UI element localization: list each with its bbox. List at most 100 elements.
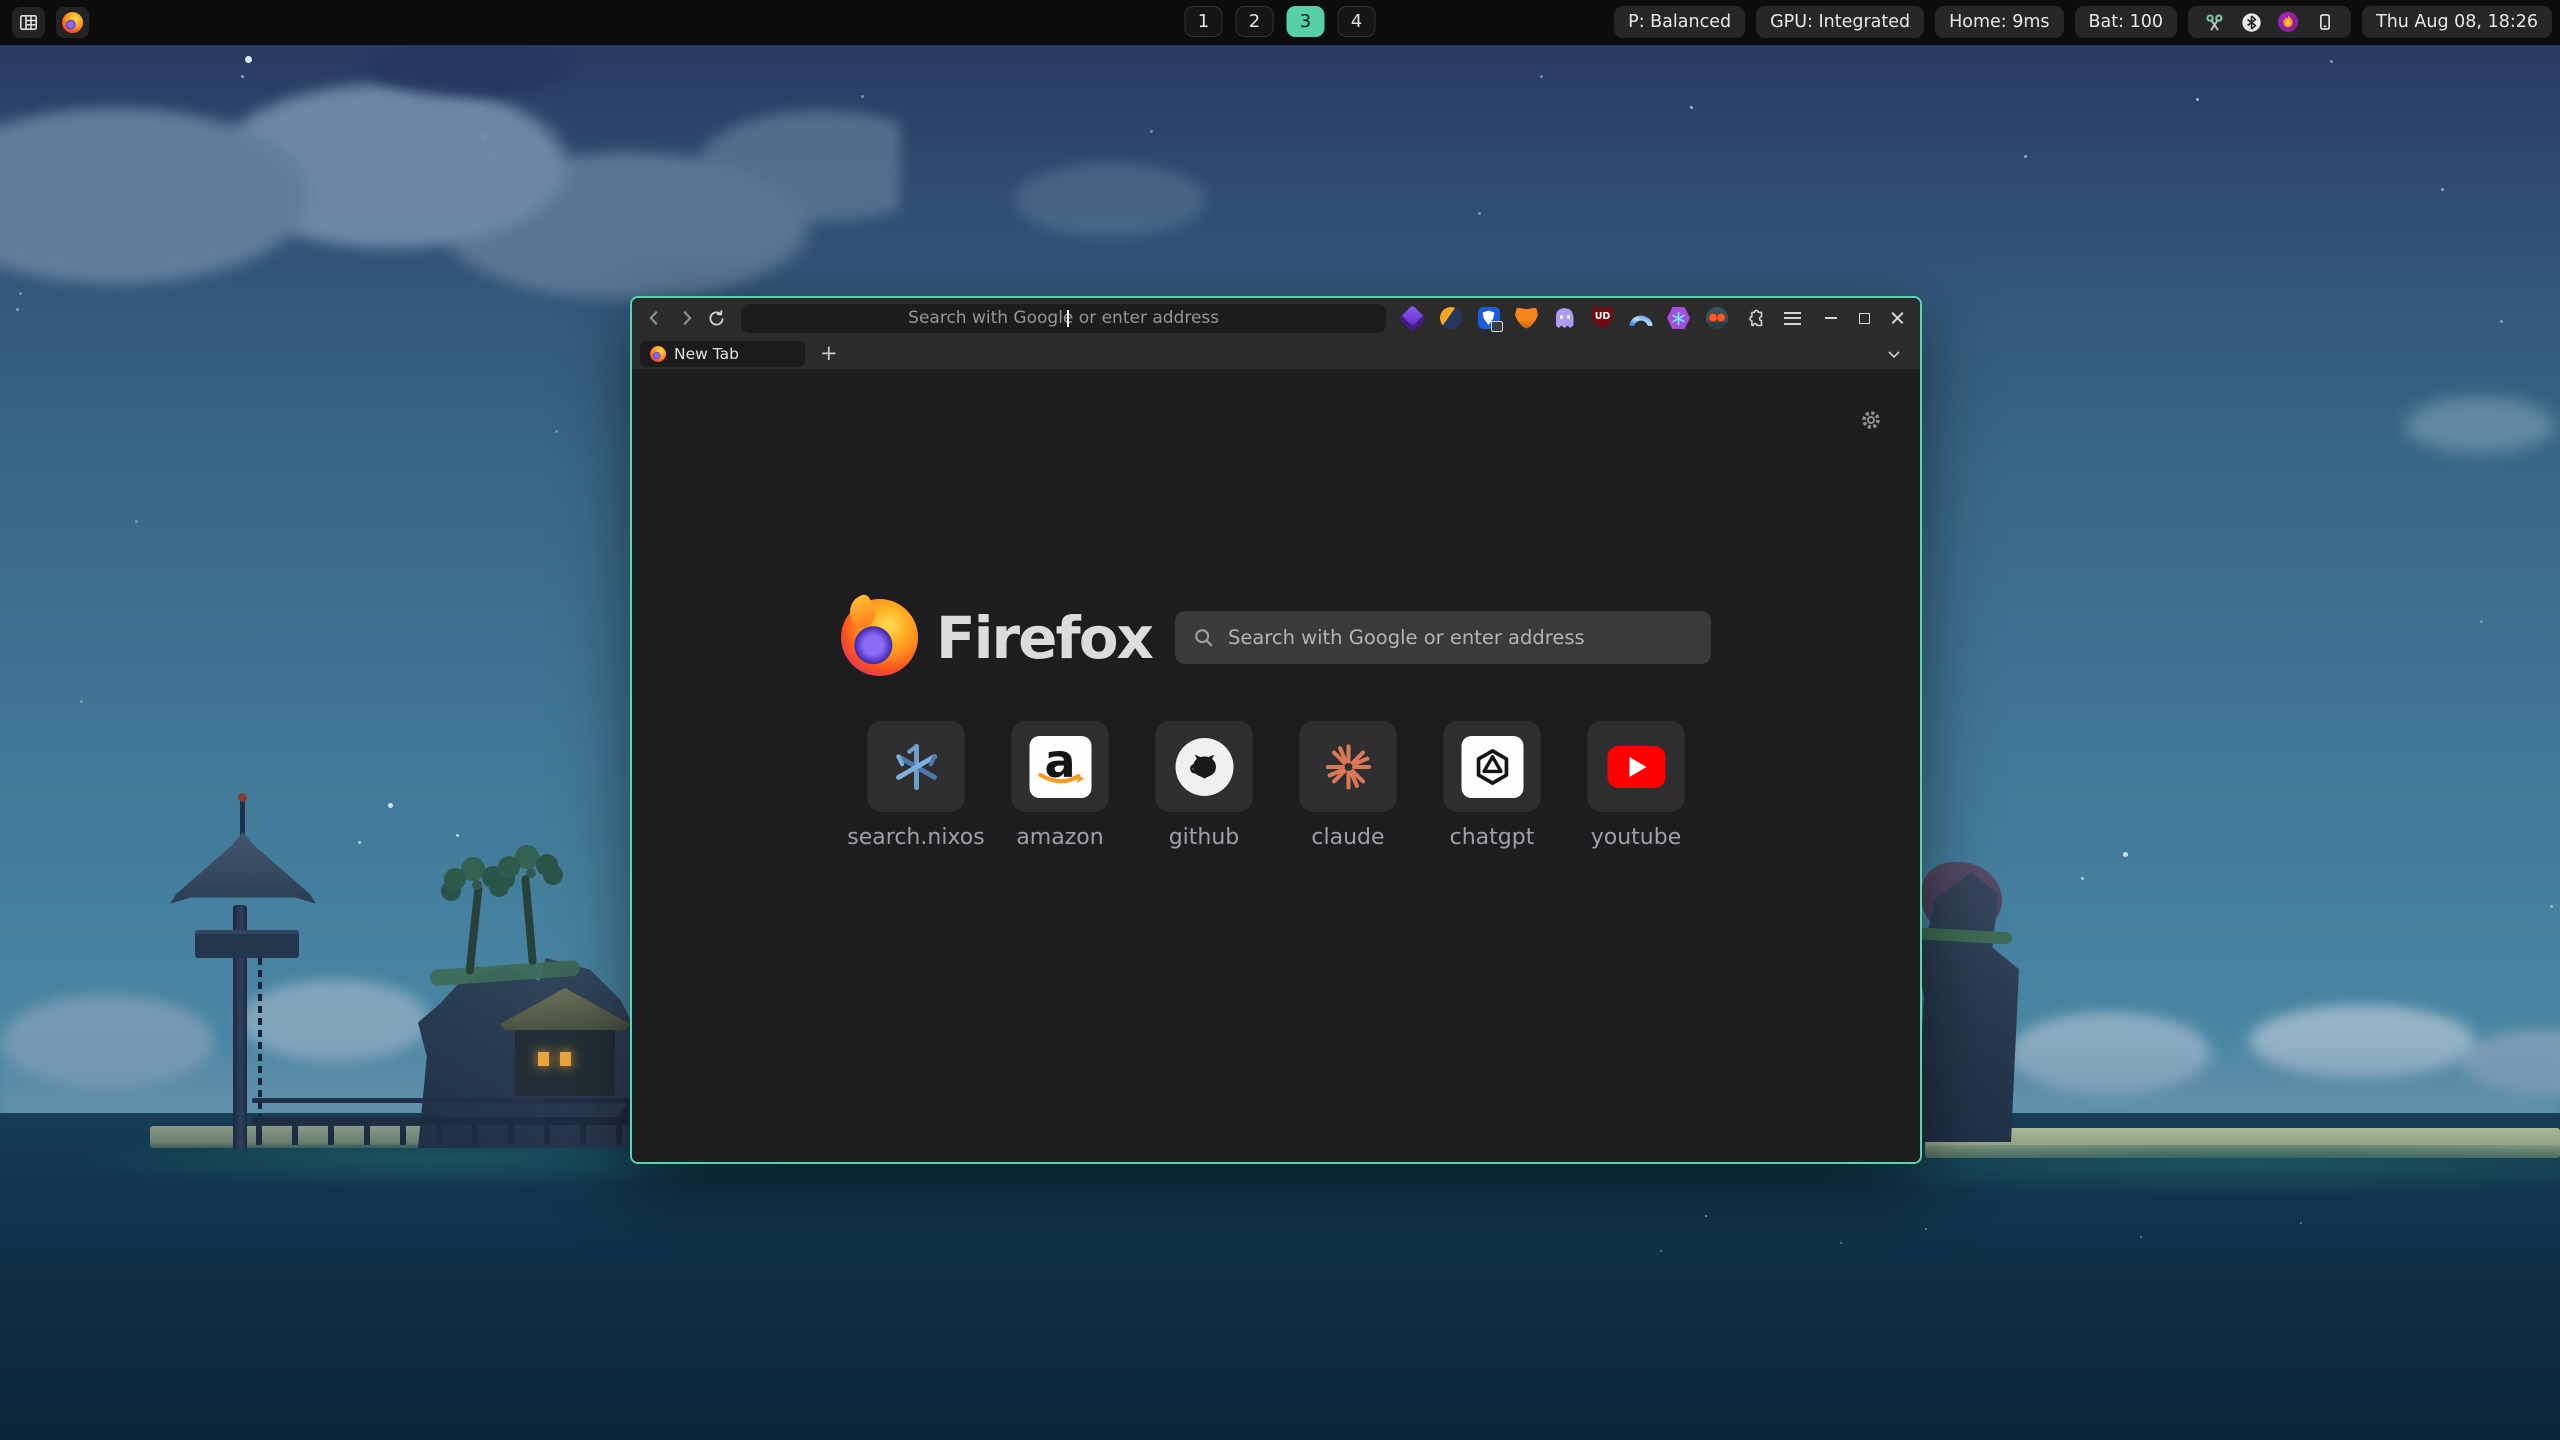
blue-arc-icon [1629,311,1653,326]
extension-goggles-face-button[interactable] [1704,306,1729,331]
wallpaper-tower-chain [258,958,262,1116]
ghost-icon [1556,308,1574,328]
tile-label: youtube [1591,825,1682,850]
wallpaper-palm-fronds [472,880,482,890]
wallpaper-cloud [930,120,1290,280]
workspace-button-1[interactable]: 1 [1185,6,1223,37]
scissors-icon[interactable] [2203,11,2225,33]
workspace-button-4[interactable]: 4 [1338,6,1376,37]
text-caret [1067,310,1069,327]
chevron-left-icon [644,307,666,329]
workspace-switcher: 1 2 3 4 [1185,6,1376,37]
extension-blue-arc-button[interactable] [1628,306,1653,331]
extension-bitwarden-button[interactable] [1476,306,1501,331]
orange-navy-circle-icon [1440,307,1462,329]
gpu-status: GPU: Integrated [1756,6,1924,38]
extension-nix-hexagon-button[interactable] [1666,306,1691,331]
claude-starburst-icon [1320,739,1376,795]
gear-icon [1859,408,1883,432]
extension-metamask-button[interactable] [1514,306,1539,331]
hamburger-menu-icon [1784,312,1801,325]
workspace-button-2[interactable]: 2 [1236,6,1274,37]
firefox-launcher-button[interactable] [56,7,89,38]
app-launcher-button[interactable] [12,7,45,38]
extension-purple-diamond-button[interactable] [1400,306,1425,331]
workspace-button-3-active[interactable]: 3 [1287,6,1325,37]
shortcut-youtube[interactable]: youtube [1588,721,1685,850]
minimize-button[interactable] [1818,305,1844,331]
top-status-bar: 1 2 3 4 P: Balanced GPU: Integrated Home… [0,0,2560,45]
tab-new-tab[interactable]: New Tab [640,341,805,367]
shield-lock-icon [1478,307,1500,329]
nix-snowflake-hexagon-icon [1667,306,1691,330]
bluetooth-icon[interactable] [2240,11,2262,33]
shortcut-claude[interactable]: claude [1300,721,1397,850]
app-menu-button[interactable] [1780,306,1805,331]
minimize-icon [1825,317,1837,319]
shortcut-amazon[interactable]: a amazon [1012,721,1109,850]
amazon-icon: a [1029,736,1091,798]
apps-grid-icon [20,15,37,30]
wallpaper-hut-window [560,1052,571,1066]
shortcut-search-nixos[interactable]: search.nixos [868,721,965,850]
tab-title: New Tab [674,345,739,363]
firefox-favicon [650,346,666,362]
firefox-wordmark: Firefox [936,604,1152,672]
firefox-icon [62,12,83,33]
tile-label: claude [1311,825,1384,850]
close-icon [1891,312,1904,325]
tile-card: a [1012,721,1109,812]
new-tab-page: Firefox Search with Google or enter addr… [632,369,1920,1162]
url-bar[interactable]: Search with Google or enter address [741,304,1386,333]
youtube-play-icon [1607,746,1665,788]
chevron-right-icon [675,307,697,329]
wallpaper-cloud [2350,360,2560,490]
browser-toolbar: Search with Google or enter address UD [632,298,1920,338]
extension-toolbar: UD [1400,306,1805,331]
purple-diamond-icon [1399,305,1426,332]
wallpaper-walkway-rail [252,1098,648,1103]
reload-icon [706,308,727,329]
tile-label: github [1169,825,1240,850]
reload-button[interactable] [704,305,729,331]
nixos-snowflake-icon [889,740,943,794]
new-tab-button[interactable]: + [820,343,838,364]
forward-button[interactable] [673,305,698,331]
tile-label: chatgpt [1450,825,1535,850]
newtab-hero: Firefox Search with Google or enter addr… [841,599,1711,676]
all-tabs-button[interactable] [1884,344,1904,364]
maximize-button[interactable] [1851,305,1877,331]
extension-ud-shield-button[interactable]: UD [1590,306,1615,331]
wallpaper-walkway-posts [256,1117,648,1145]
extension-orange-navy-button[interactable] [1438,306,1463,331]
github-octocat-icon [1175,738,1233,796]
desktop: 1 2 3 4 P: Balanced GPU: Integrated Home… [0,0,2560,1440]
extensions-puzzle-button[interactable] [1742,306,1767,331]
shortcut-tiles: search.nixos a amazon [868,721,1685,850]
tile-label: search.nixos [847,825,984,850]
back-button[interactable] [642,305,667,331]
firefox-logo [841,599,918,676]
launcher-group [12,7,89,38]
goggles-face-icon [1706,307,1728,329]
tile-card [1300,721,1397,812]
flame-icon[interactable] [2277,11,2299,33]
shortcut-chatgpt[interactable]: chatgpt [1444,721,1541,850]
battery-status: Bat: 100 [2075,6,2177,38]
newtab-search-input[interactable]: Search with Google or enter address [1175,611,1711,664]
personalize-button[interactable] [1858,407,1884,433]
clock[interactable]: Thu Aug 08, 18:26 [2362,6,2552,38]
wallpaper-tower-platform [195,930,299,958]
phone-icon[interactable] [2314,11,2336,33]
close-button[interactable] [1884,305,1910,331]
wallpaper-palm-fronds [526,868,536,878]
system-tray [2188,6,2351,38]
tile-card [1444,721,1541,812]
status-group: P: Balanced GPU: Integrated Home: 9ms Ba… [1614,6,2552,38]
ping-status: Home: 9ms [1935,6,2063,38]
shortcut-github[interactable]: github [1156,721,1253,850]
tile-label: amazon [1016,825,1103,850]
newtab-search-placeholder: Search with Google or enter address [1228,626,1585,649]
maximize-icon [1859,313,1870,324]
extension-ghostery-button[interactable] [1552,306,1577,331]
